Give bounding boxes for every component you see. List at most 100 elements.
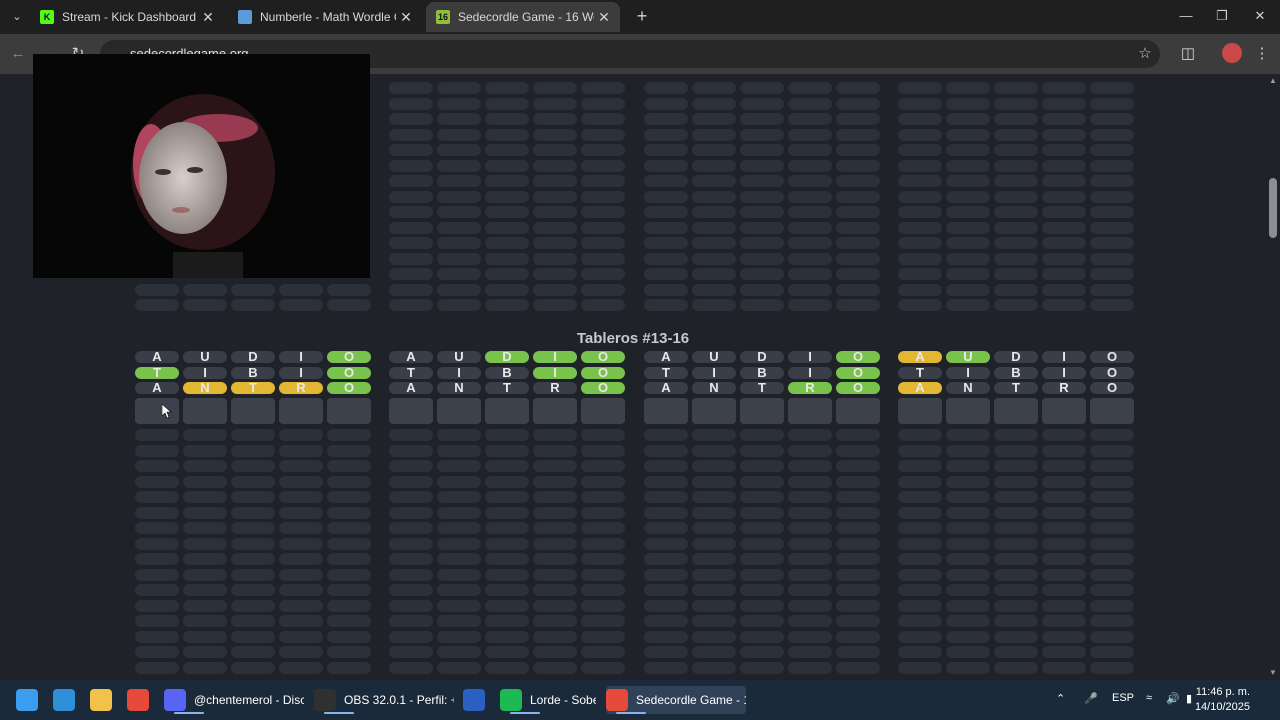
tab-close-icon[interactable]: ✕	[594, 9, 614, 26]
back-icon[interactable]: ←	[8, 44, 28, 64]
empty-tile	[740, 568, 784, 581]
empty-tile	[389, 283, 433, 296]
profile-avatar[interactable]	[1222, 43, 1242, 63]
empty-tile	[836, 237, 880, 249]
empty-tile	[740, 615, 784, 627]
taskbar-app[interactable]	[127, 686, 151, 714]
input-tile[interactable]	[279, 398, 323, 424]
taskbar-app[interactable]	[53, 686, 77, 714]
empty-tile	[1042, 475, 1086, 488]
empty-tile	[788, 175, 832, 187]
empty-tile	[1090, 646, 1134, 658]
taskbar-app[interactable]: @chentemerol - Discor	[164, 686, 304, 714]
microphone-icon[interactable]: 🎤	[1084, 692, 1098, 705]
empty-tile	[740, 475, 784, 488]
input-tile[interactable]	[836, 398, 880, 424]
empty-tile	[581, 175, 625, 187]
scroll-up-icon[interactable]: ▲	[1268, 76, 1278, 86]
browser-menu-icon[interactable]: ⋮	[1252, 44, 1272, 64]
empty-tile	[581, 584, 625, 596]
scrollbar-thumb[interactable]	[1269, 178, 1277, 238]
taskbar-app[interactable]	[90, 686, 114, 714]
empty-tile	[581, 252, 625, 265]
empty-tile	[692, 584, 736, 596]
taskbar-clock[interactable]: 11:46 p. m. 14/10/2025	[1195, 685, 1250, 715]
empty-tile	[994, 506, 1038, 519]
input-tile[interactable]	[788, 398, 832, 424]
empty-tile	[898, 268, 942, 280]
empty-tile	[437, 646, 481, 658]
input-tile[interactable]	[485, 398, 529, 424]
close-window-button[interactable]: ✕	[1246, 6, 1274, 26]
input-tile[interactable]	[533, 398, 577, 424]
empty-tile	[581, 506, 625, 519]
maximize-button[interactable]: ❐	[1208, 6, 1236, 26]
taskbar-app[interactable]	[16, 686, 40, 714]
scroll-down-icon[interactable]: ▼	[1268, 668, 1278, 678]
empty-tile	[279, 522, 323, 534]
language-indicator[interactable]: ESP	[1112, 692, 1134, 704]
wifi-icon[interactable]: ≈	[1146, 692, 1152, 704]
empty-tile	[327, 460, 371, 472]
running-indicator	[324, 712, 354, 714]
input-tile[interactable]	[740, 398, 784, 424]
empty-tile	[692, 491, 736, 503]
input-tile[interactable]	[135, 398, 179, 424]
tab-close-icon[interactable]: ✕	[198, 9, 218, 26]
empty-tile	[1090, 206, 1134, 218]
taskbar-app[interactable]: OBS 32.0.1 - Perfil: + - E:	[314, 686, 454, 714]
extensions-icon[interactable]: ◫	[1178, 44, 1198, 64]
empty-tile	[1090, 144, 1134, 156]
taskbar-app-label: Sedecordle Game - 16 V	[636, 693, 746, 707]
tab-search-button[interactable]: ⌄	[6, 6, 28, 28]
empty-tile	[437, 661, 481, 674]
minimize-button[interactable]: —	[1172, 6, 1200, 26]
input-tile[interactable]	[946, 398, 990, 424]
empty-tile	[279, 553, 323, 565]
empty-tile	[692, 97, 736, 110]
input-tile[interactable]	[692, 398, 736, 424]
tab-close-icon[interactable]: ✕	[396, 9, 416, 26]
empty-tile	[533, 144, 577, 156]
input-tile[interactable]	[183, 398, 227, 424]
battery-icon[interactable]: ▮	[1186, 692, 1192, 705]
letter-tile: N	[946, 381, 990, 394]
input-tile[interactable]	[231, 398, 275, 424]
input-tile[interactable]	[1090, 398, 1134, 424]
input-tile[interactable]	[437, 398, 481, 424]
tab-favicon-icon: K	[40, 10, 54, 24]
input-tile[interactable]	[581, 398, 625, 424]
empty-tile	[183, 475, 227, 488]
browser-tab[interactable]: Numberle - Math Wordle Game✕	[228, 2, 422, 32]
taskbar-app[interactable]	[463, 686, 487, 714]
browser-tab[interactable]: 16 Sedecordle Game - 16 Words W✕	[426, 2, 620, 32]
empty-tile	[788, 599, 832, 612]
empty-tile	[994, 630, 1038, 643]
empty-tile	[135, 584, 179, 596]
bookmark-star-icon[interactable]: ☆	[1135, 44, 1155, 64]
empty-tile	[836, 175, 880, 187]
input-tile[interactable]	[389, 398, 433, 424]
browser-tab[interactable]: K Stream - Kick Dashboard ✕	[30, 2, 224, 32]
new-tab-button[interactable]: +	[632, 6, 652, 26]
empty-tile	[994, 584, 1038, 596]
empty-tile	[389, 97, 433, 110]
input-tile[interactable]	[327, 398, 371, 424]
empty-tile	[135, 615, 179, 627]
empty-tile	[533, 444, 577, 457]
section-title: Tableros #13-16	[576, 330, 690, 347]
input-tile[interactable]	[898, 398, 942, 424]
empty-tile	[327, 506, 371, 519]
input-tile[interactable]	[644, 398, 688, 424]
input-tile[interactable]	[994, 398, 1038, 424]
empty-tile	[1090, 584, 1134, 596]
volume-icon[interactable]: 🔊	[1166, 692, 1180, 705]
scrollbar[interactable]: ▲ ▼	[1266, 74, 1280, 680]
taskbar-app[interactable]: Sedecordle Game - 16 V	[606, 686, 746, 714]
tray-chevron-icon[interactable]: ⌃	[1056, 692, 1065, 705]
empty-tile	[788, 553, 832, 565]
input-tile[interactable]	[1042, 398, 1086, 424]
empty-tile	[1090, 460, 1134, 472]
empty-tile	[1042, 206, 1086, 218]
taskbar-app[interactable]: Lorde - Sober	[500, 686, 596, 714]
